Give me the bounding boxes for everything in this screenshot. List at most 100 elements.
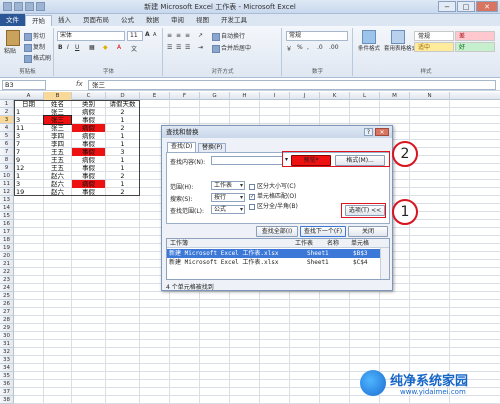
row-header[interactable]: 16 bbox=[0, 220, 14, 228]
font-size-select[interactable]: 11 bbox=[127, 31, 143, 41]
row-header[interactable]: 36 bbox=[0, 380, 14, 388]
row-header[interactable]: 13 bbox=[0, 196, 14, 204]
row-header[interactable]: 11 bbox=[0, 180, 14, 188]
match-entire-cell-checkbox[interactable]: ✓ 单元格匹配(O) bbox=[249, 191, 296, 200]
row-header[interactable]: 26 bbox=[0, 300, 14, 308]
row-header[interactable]: 27 bbox=[0, 308, 14, 316]
row-header[interactable]: 3 bbox=[0, 116, 14, 124]
row-header[interactable]: 15 bbox=[0, 212, 14, 220]
find-next-button[interactable]: 查找下一个(F) bbox=[300, 226, 346, 237]
comma-icon[interactable]: , bbox=[307, 44, 309, 51]
row-header[interactable]: 12 bbox=[0, 188, 14, 196]
align-center-icon[interactable]: ☰ bbox=[176, 44, 181, 51]
shrink-font-icon[interactable]: A bbox=[153, 32, 156, 38]
font-name-select[interactable]: 宋体 bbox=[57, 31, 125, 41]
column-header[interactable]: E bbox=[140, 92, 170, 100]
result-row[interactable]: 新建 Microsoft Excel 工作表.xlsx Sheet1 $B$3 bbox=[167, 249, 380, 258]
tab-home[interactable]: 开始 bbox=[25, 15, 52, 26]
percent-icon[interactable]: % bbox=[297, 44, 303, 51]
merge-center-button[interactable]: 合并后居中 bbox=[212, 43, 251, 53]
column-header[interactable]: C bbox=[72, 92, 106, 100]
row-header[interactable]: 29 bbox=[0, 324, 14, 332]
tab-page-layout[interactable]: 页面布局 bbox=[77, 15, 115, 26]
tab-review[interactable]: 审阅 bbox=[165, 15, 190, 26]
tab-developer[interactable]: 开发工具 bbox=[215, 15, 253, 26]
row-header[interactable]: 19 bbox=[0, 244, 14, 252]
column-header[interactable]: J bbox=[290, 92, 320, 100]
results-scrollbar[interactable] bbox=[380, 248, 389, 279]
tab-data[interactable]: 数据 bbox=[140, 15, 165, 26]
row-header[interactable]: 37 bbox=[0, 388, 14, 396]
row-header[interactable]: 10 bbox=[0, 172, 14, 180]
row-header[interactable]: 30 bbox=[0, 332, 14, 340]
header-workbook[interactable]: 工作簿 bbox=[170, 239, 188, 248]
tab-formulas[interactable]: 公式 bbox=[115, 15, 140, 26]
fill-color-icon[interactable]: ◆ bbox=[103, 44, 108, 51]
font-color-icon[interactable]: A bbox=[117, 44, 121, 51]
help-button[interactable]: ? bbox=[364, 128, 373, 136]
column-header[interactable]: A bbox=[14, 92, 44, 100]
dialog-close-button[interactable]: ✕ bbox=[375, 128, 389, 136]
row-header[interactable]: 6 bbox=[0, 140, 14, 148]
row-header[interactable]: 33 bbox=[0, 356, 14, 364]
bold-icon[interactable]: B bbox=[58, 44, 63, 51]
cut-button[interactable]: 剪切 bbox=[24, 31, 45, 41]
grow-font-icon[interactable]: A bbox=[145, 31, 150, 38]
row-header[interactable]: 4 bbox=[0, 124, 14, 132]
column-header[interactable]: L bbox=[350, 92, 380, 100]
row-header[interactable]: 22 bbox=[0, 268, 14, 276]
orientation-icon[interactable]: ↗ bbox=[198, 32, 203, 39]
format-as-table-button[interactable]: 套用表格格式 bbox=[384, 30, 417, 52]
align-bottom-icon[interactable]: ≡ bbox=[185, 32, 190, 39]
number-format-select[interactable]: 常规 bbox=[286, 31, 348, 41]
align-left-icon[interactable]: ☰ bbox=[167, 44, 172, 51]
tab-insert[interactable]: 插入 bbox=[52, 15, 77, 26]
match-case-checkbox[interactable]: 区分大小写(C) bbox=[249, 181, 296, 190]
row-header[interactable]: 18 bbox=[0, 236, 14, 244]
row-header[interactable]: 17 bbox=[0, 228, 14, 236]
align-middle-icon[interactable]: ≡ bbox=[176, 32, 181, 39]
style-neutral[interactable]: 适中 bbox=[414, 42, 454, 52]
style-good[interactable]: 好 bbox=[455, 42, 495, 52]
decrease-decimal-icon[interactable]: .00 bbox=[329, 44, 339, 51]
header-sheet[interactable]: 工作表 bbox=[295, 239, 313, 248]
column-header[interactable]: H bbox=[230, 92, 260, 100]
row-header[interactable]: 8 bbox=[0, 156, 14, 164]
tab-file[interactable]: 文件 bbox=[0, 14, 25, 26]
row-header[interactable]: 9 bbox=[0, 164, 14, 172]
row-header[interactable]: 21 bbox=[0, 260, 14, 268]
look-in-select[interactable]: 公式 bbox=[211, 205, 245, 214]
header-name[interactable]: 名称 bbox=[327, 239, 339, 248]
row-header[interactable]: 38 bbox=[0, 396, 14, 404]
match-width-checkbox[interactable]: 区分全/半角(B) bbox=[249, 201, 298, 210]
name-box[interactable]: B3 bbox=[2, 80, 46, 90]
maximize-button[interactable]: □ bbox=[457, 1, 475, 12]
row-header[interactable]: 25 bbox=[0, 292, 14, 300]
underline-icon[interactable]: U bbox=[75, 44, 79, 51]
column-header[interactable]: B bbox=[44, 92, 72, 100]
row-header[interactable]: 24 bbox=[0, 284, 14, 292]
align-right-icon[interactable]: ☰ bbox=[185, 44, 190, 51]
currency-icon[interactable]: ￥ bbox=[286, 44, 292, 53]
column-header[interactable]: F bbox=[170, 92, 200, 100]
style-bad[interactable]: 差 bbox=[455, 31, 495, 41]
row-header[interactable]: 5 bbox=[0, 132, 14, 140]
align-top-icon[interactable]: ≡ bbox=[167, 32, 172, 39]
tab-view[interactable]: 视图 bbox=[190, 15, 215, 26]
column-header[interactable]: K bbox=[320, 92, 350, 100]
row-header[interactable]: 32 bbox=[0, 348, 14, 356]
indent-icon[interactable]: ⇥ bbox=[198, 44, 203, 51]
minimize-button[interactable]: − bbox=[438, 1, 456, 12]
tab-find[interactable]: 查找(D) bbox=[167, 142, 197, 152]
row-header[interactable]: 1 bbox=[0, 100, 14, 108]
column-header[interactable]: N bbox=[410, 92, 450, 100]
fx-icon[interactable]: fx bbox=[76, 80, 83, 88]
row-header[interactable]: 14 bbox=[0, 204, 14, 212]
phonetic-icon[interactable]: 文 bbox=[131, 44, 137, 53]
borders-icon[interactable]: ▦ bbox=[89, 44, 95, 51]
paste-button[interactable]: 粘贴 bbox=[4, 30, 20, 55]
formula-input[interactable]: 张三 bbox=[88, 80, 496, 90]
find-all-button[interactable]: 查找全部(I) bbox=[256, 226, 298, 237]
results-list[interactable]: 工作簿 工作表 名称 单元格 新建 Microsoft Excel 工作表.xl… bbox=[166, 238, 390, 280]
column-header[interactable]: M bbox=[380, 92, 410, 100]
